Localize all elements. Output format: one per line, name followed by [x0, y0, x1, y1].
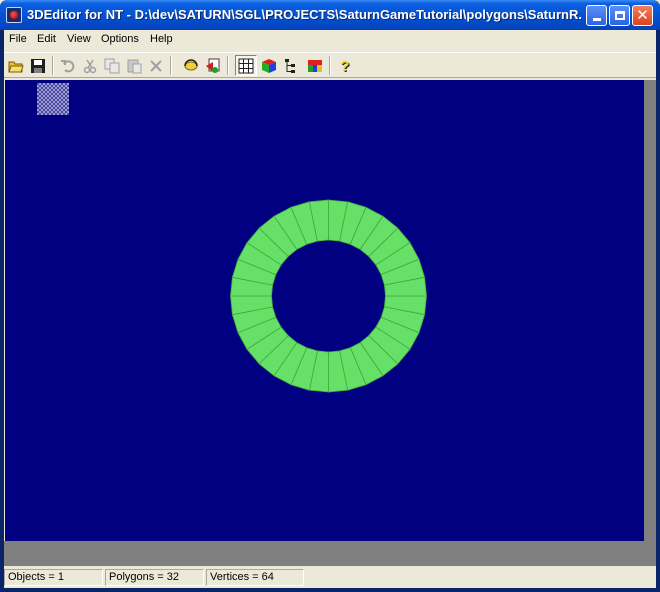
- open-button[interactable]: [5, 55, 27, 76]
- 3d-viewport[interactable]: [5, 80, 644, 541]
- status-polygons: Polygons = 32: [105, 569, 204, 586]
- copy-icon: [104, 58, 120, 73]
- menu-edit[interactable]: Edit: [37, 33, 56, 48]
- client-area: File Edit View Options Help ? ? Objects …: [4, 30, 656, 588]
- toolbar-separator: [52, 56, 54, 75]
- maximize-button[interactable]: [609, 5, 630, 26]
- menu-bar: File Edit View Options Help: [4, 30, 656, 50]
- grid-view-button[interactable]: [235, 55, 257, 76]
- color-cube-icon: [262, 58, 276, 73]
- toolbar-separator: [329, 56, 331, 75]
- palette-button[interactable]: [304, 55, 326, 76]
- help-button[interactable]: ? ?: [335, 55, 357, 76]
- ring-model[interactable]: [228, 198, 429, 394]
- open-folder-icon: [8, 61, 24, 72]
- toolbar: ? ?: [4, 52, 656, 78]
- menu-help[interactable]: Help: [150, 33, 173, 48]
- help-icon: ? ?: [340, 58, 350, 74]
- close-icon: ✕: [636, 6, 649, 24]
- paste-icon: [127, 59, 142, 73]
- status-vertices: Vertices = 64: [206, 569, 304, 586]
- delete-button[interactable]: [145, 55, 167, 76]
- svg-text:?: ?: [340, 58, 349, 74]
- cut-button[interactable]: [79, 55, 101, 76]
- save-disk-icon: [31, 58, 45, 73]
- rotate-object-icon: [184, 58, 198, 70]
- title-bar[interactable]: 3DEditor for NT - D:\dev\SATURN\SGL\PROJ…: [0, 0, 660, 30]
- toolbar-separator: [227, 56, 229, 75]
- render-view-button[interactable]: [202, 55, 224, 76]
- menu-file[interactable]: File: [9, 33, 27, 48]
- rotate-object-button[interactable]: [180, 55, 202, 76]
- window-title: 3DEditor for NT - D:\dev\SATURN\SGL\PROJ…: [27, 7, 582, 22]
- viewport-bottom-margin: [4, 541, 656, 566]
- color-cube-button[interactable]: [258, 55, 280, 76]
- maximize-icon: [614, 11, 625, 20]
- undo-button[interactable]: [57, 55, 79, 76]
- status-bar: Objects = 1 Polygons = 32 Vertices = 64: [4, 567, 656, 588]
- main-window: 3DEditor for NT - D:\dev\SATURN\SGL\PROJ…: [0, 0, 660, 592]
- undo-icon: [61, 59, 75, 72]
- minimize-button[interactable]: [586, 5, 607, 26]
- render-view-icon: [206, 58, 220, 73]
- delete-icon: [150, 59, 162, 72]
- status-objects: Objects = 1: [4, 569, 103, 586]
- cut-icon: [83, 59, 97, 73]
- palette-icon: [308, 59, 322, 72]
- texture-thumbnail[interactable]: [37, 83, 69, 115]
- app-icon[interactable]: [6, 7, 22, 23]
- menu-options[interactable]: Options: [101, 33, 139, 48]
- menu-view[interactable]: View: [67, 33, 91, 48]
- save-button[interactable]: [27, 55, 49, 76]
- tree-view-icon: [285, 58, 295, 73]
- viewport-right-margin: [644, 80, 656, 541]
- copy-button[interactable]: [101, 55, 123, 76]
- toolbar-separator: [170, 56, 172, 75]
- close-button[interactable]: ✕: [632, 5, 653, 26]
- paste-button[interactable]: [123, 55, 145, 76]
- grid-view-icon: [238, 58, 254, 73]
- minimize-icon: [592, 18, 601, 21]
- tree-view-button[interactable]: [281, 55, 303, 76]
